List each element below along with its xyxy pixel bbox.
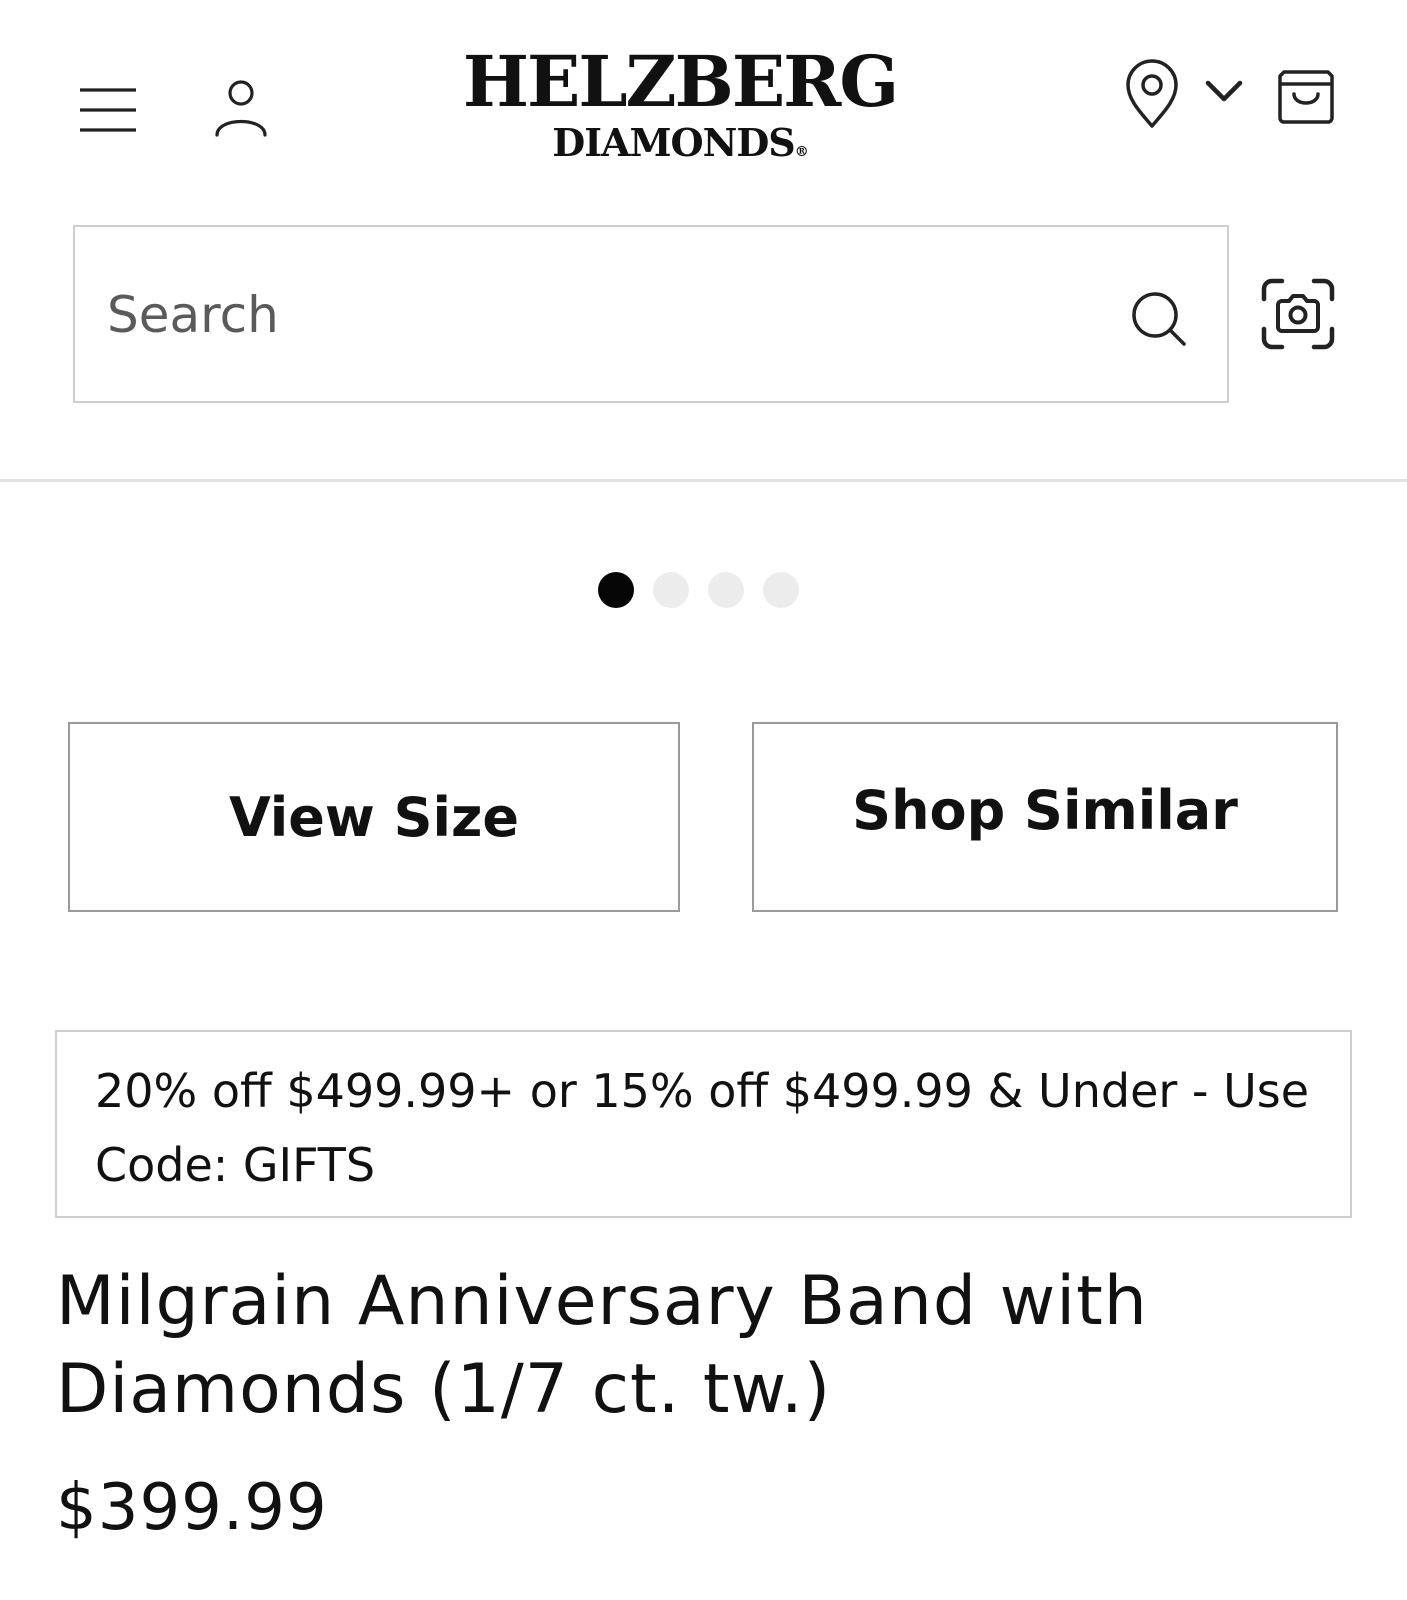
promo-banner: 20% off $499.99+ or 15% off $499.99 & Un… xyxy=(55,1030,1352,1218)
shopping-bag-button[interactable] xyxy=(1273,58,1339,130)
brand-logo-line2-text: DIAMONDS xyxy=(552,120,796,165)
product-price: $399.99 xyxy=(56,1471,328,1545)
carousel-dot[interactable] xyxy=(598,572,634,608)
location-dropdown-toggle[interactable] xyxy=(1200,72,1248,112)
hamburger-menu-icon xyxy=(80,88,136,132)
view-size-button[interactable]: View Size xyxy=(68,722,680,912)
shopping-bag-icon xyxy=(1278,70,1334,124)
header-divider xyxy=(0,479,1407,482)
chevron-down-icon xyxy=(1205,80,1243,102)
search-input[interactable] xyxy=(105,271,1069,359)
brand-logo[interactable]: HELZBERG DIAMONDS® xyxy=(400,44,960,179)
image-carousel-pagination xyxy=(598,572,799,610)
carousel-dot[interactable] xyxy=(763,572,799,608)
shop-similar-button-label: Shop Similar xyxy=(852,778,1238,842)
camera-icon xyxy=(1261,278,1335,350)
brand-logo-line1: HELZBERG xyxy=(462,40,899,123)
user-icon xyxy=(215,80,267,137)
search-bar[interactable] xyxy=(73,225,1229,403)
map-pin-icon xyxy=(1126,59,1178,128)
carousel-dot[interactable] xyxy=(708,572,744,608)
registered-mark: ® xyxy=(794,144,809,160)
account-button[interactable] xyxy=(205,76,277,142)
carousel-dot[interactable] xyxy=(653,572,689,608)
menu-button[interactable] xyxy=(72,80,144,140)
shop-similar-button[interactable]: Shop Similar xyxy=(752,722,1338,912)
search-submit-button[interactable] xyxy=(1125,285,1193,353)
product-title: Milgrain Anniversary Band with Diamonds … xyxy=(56,1262,1148,1429)
visual-search-button[interactable] xyxy=(1256,272,1340,356)
view-size-button-label: View Size xyxy=(228,785,520,849)
brand-logo-line2: DIAMONDS® xyxy=(400,120,960,175)
store-location-button[interactable] xyxy=(1117,55,1187,133)
promo-text: 20% off $499.99+ or 15% off $499.99 & Un… xyxy=(95,1064,1310,1192)
search-icon xyxy=(1132,292,1186,346)
